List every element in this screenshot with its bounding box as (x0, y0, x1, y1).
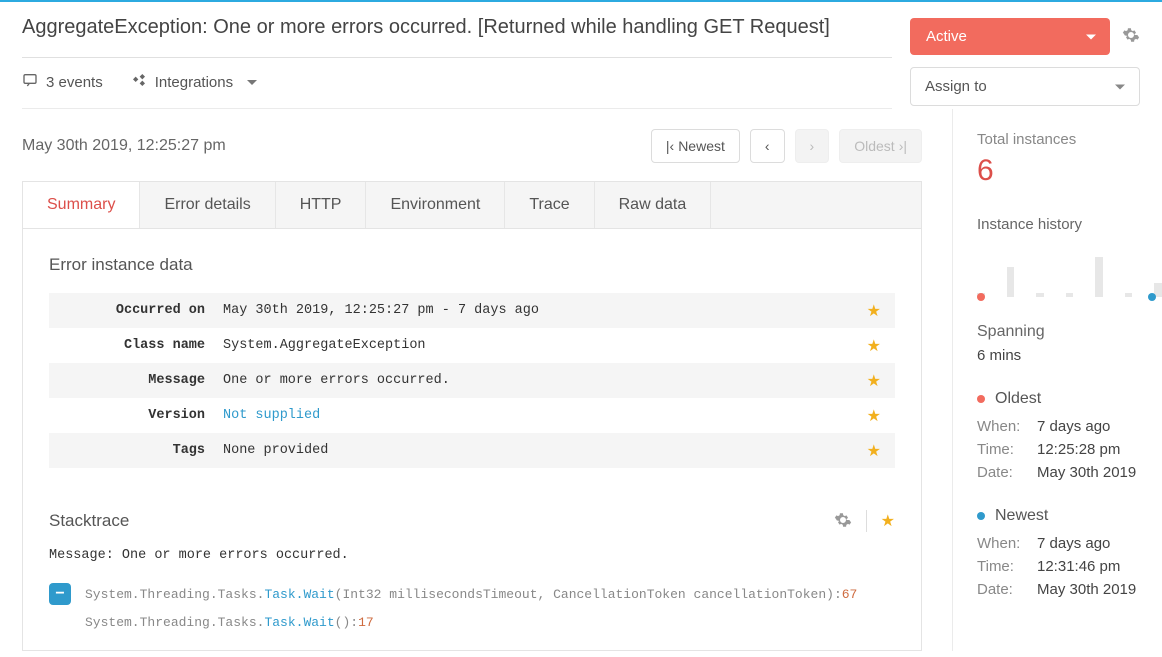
time-label: Time: (977, 441, 1027, 458)
newest-time: 12:31:46 pm (1037, 558, 1120, 575)
total-instances-value: 6 (977, 154, 1162, 188)
oldest-label: Oldest (854, 138, 894, 154)
table-row: Occurred onMay 30th 2019, 12:25:27 pm - … (49, 293, 895, 328)
events-count-label: 3 events (46, 74, 103, 91)
history-bar (1125, 293, 1133, 297)
stack-frame: −System.Threading.Tasks.Task.Wait(Int32 … (49, 583, 895, 605)
oldest-date: May 30th 2019 (1037, 464, 1136, 481)
status-label: Active (926, 28, 967, 45)
chevron-down-icon (1115, 84, 1125, 89)
star-icon[interactable]: ★ (867, 301, 881, 321)
star-icon[interactable]: ★ (867, 406, 881, 426)
events-count[interactable]: 3 events (22, 72, 103, 92)
kv-value: One or more errors occurred. (223, 373, 450, 388)
chevron-left-icon: ‹ (765, 138, 770, 154)
instance-timestamp: May 30th 2019, 12:25:27 pm (22, 137, 226, 155)
section-error-instance-title: Error instance data (49, 255, 895, 275)
star-icon[interactable]: ★ (867, 371, 881, 391)
gear-icon[interactable] (1122, 26, 1140, 47)
kv-label: Occurred on (63, 303, 223, 318)
date-label: Date: (977, 581, 1027, 598)
integrations-label: Integrations (155, 74, 233, 91)
comment-icon (22, 72, 38, 92)
instance-history-chart (977, 249, 1162, 297)
oldest-button: Oldest ›| (839, 129, 922, 163)
newest-date: May 30th 2019 (1037, 581, 1136, 598)
total-instances-label: Total instances (977, 131, 1162, 148)
when-label: When: (977, 535, 1027, 552)
kv-label: Tags (63, 443, 223, 458)
divider (866, 510, 867, 532)
stack-frame: System.Threading.Tasks.Task.Wait():17 (49, 615, 895, 630)
table-row: Class nameSystem.AggregateException ★ (49, 328, 895, 363)
table-row: VersionNot supplied ★ (49, 398, 895, 433)
last-page-icon: ›| (899, 138, 907, 154)
kv-value: None provided (223, 443, 328, 458)
history-bar (1095, 257, 1103, 297)
oldest-title: Oldest (995, 390, 1041, 408)
dot-icon (977, 512, 985, 520)
next-button: › (795, 129, 830, 163)
spanning-label: Spanning (977, 323, 1162, 341)
chevron-right-icon: › (810, 138, 815, 154)
page-title: AggregateException: One or more errors o… (22, 16, 892, 58)
date-label: Date: (977, 464, 1027, 481)
kv-label: Message (63, 373, 223, 388)
stacktrace-message: Message: One or more errors occurred. (49, 548, 895, 563)
kv-value[interactable]: Not supplied (223, 408, 320, 423)
collapse-toggle[interactable]: − (49, 583, 71, 605)
tab-environment[interactable]: Environment (366, 182, 505, 228)
table-row: MessageOne or more errors occurred. ★ (49, 363, 895, 398)
tab-trace[interactable]: Trace (505, 182, 594, 228)
section-stacktrace-title: Stacktrace (49, 511, 129, 531)
spanning-value: 6 mins (977, 347, 1162, 364)
newest-label: Newest (678, 138, 725, 154)
kv-value: System.AggregateException (223, 338, 426, 353)
chevron-down-icon (247, 80, 257, 85)
history-bar (1066, 293, 1074, 297)
newest-dot-icon (1148, 293, 1156, 301)
frame-text: System.Threading.Tasks.Task.Wait():17 (85, 615, 374, 630)
pager: |‹ Newest ‹ › Oldest ›| (651, 129, 922, 163)
gear-icon[interactable] (834, 511, 852, 532)
star-icon[interactable]: ★ (867, 441, 881, 461)
kv-label: Version (63, 408, 223, 423)
newest-title: Newest (995, 507, 1048, 525)
tab-raw-data[interactable]: Raw data (595, 182, 712, 228)
assign-label: Assign to (925, 78, 987, 95)
history-bar (1007, 267, 1015, 297)
tab-http[interactable]: HTTP (276, 182, 367, 228)
star-icon[interactable]: ★ (867, 336, 881, 356)
first-page-icon: |‹ (666, 138, 674, 154)
assign-dropdown[interactable]: Assign to (910, 67, 1140, 106)
status-dropdown[interactable]: Active (910, 18, 1110, 55)
tab-error-details[interactable]: Error details (140, 182, 275, 228)
tab-bar: SummaryError detailsHTTPEnvironmentTrace… (22, 181, 922, 228)
frame-text: System.Threading.Tasks.Task.Wait(Int32 m… (85, 587, 857, 602)
newest-when: 7 days ago (1037, 535, 1110, 552)
oldest-dot-icon (977, 293, 985, 301)
time-label: Time: (977, 558, 1027, 575)
error-instance-table: Occurred onMay 30th 2019, 12:25:27 pm - … (49, 293, 895, 468)
table-row: TagsNone provided ★ (49, 433, 895, 468)
history-bar (1036, 293, 1044, 297)
dot-icon (977, 395, 985, 403)
prev-button[interactable]: ‹ (750, 129, 785, 163)
kv-value: May 30th 2019, 12:25:27 pm - 7 days ago (223, 303, 539, 318)
tab-summary[interactable]: Summary (23, 182, 140, 228)
oldest-time: 12:25:28 pm (1037, 441, 1120, 458)
integrations-menu[interactable]: Integrations (131, 72, 257, 92)
chevron-down-icon (1086, 34, 1096, 39)
oldest-legend: Oldest (977, 390, 1162, 408)
plug-icon (131, 72, 147, 92)
kv-label: Class name (63, 338, 223, 353)
when-label: When: (977, 418, 1027, 435)
star-icon[interactable]: ★ (881, 511, 895, 531)
stacktrace-frames: −System.Threading.Tasks.Task.Wait(Int32 … (49, 583, 895, 630)
newest-button[interactable]: |‹ Newest (651, 129, 740, 163)
oldest-when: 7 days ago (1037, 418, 1110, 435)
instance-history-label: Instance history (977, 216, 1162, 233)
newest-legend: Newest (977, 507, 1162, 525)
